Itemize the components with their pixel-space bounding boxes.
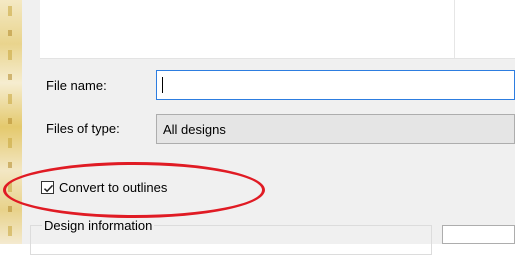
- file-name-input[interactable]: [156, 70, 515, 100]
- design-information-label: Design information: [42, 218, 155, 234]
- files-of-type-label: Files of type:: [46, 121, 120, 136]
- file-list-divider: [454, 0, 455, 58]
- convert-outlines-checkbox[interactable]: [41, 181, 54, 194]
- text-caret: [162, 77, 163, 93]
- files-of-type-value: All designs: [163, 122, 226, 137]
- file-name-label: File name:: [46, 78, 107, 93]
- save-dialog: File name: Files of type: All designs Co…: [22, 0, 515, 255]
- convert-outlines-label: Convert to outlines: [59, 180, 168, 195]
- preview-field: [442, 225, 515, 244]
- background-artwork-strip: [0, 0, 22, 244]
- checkmark-icon: [43, 184, 54, 193]
- files-of-type-select[interactable]: All designs: [156, 114, 515, 144]
- file-list-area: [40, 0, 515, 59]
